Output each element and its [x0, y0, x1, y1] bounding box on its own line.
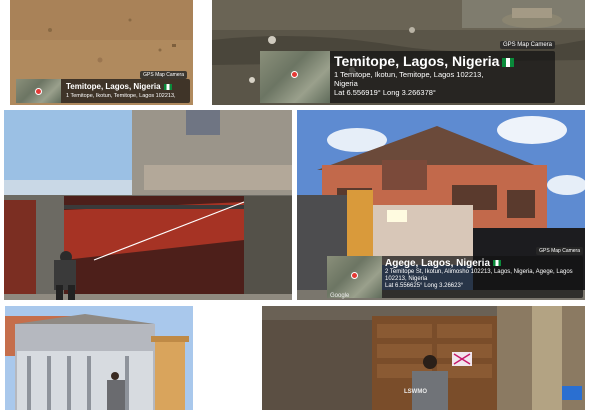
- gps-camera-badge: GPS Map Camera: [536, 247, 583, 255]
- gps-place-text: Temitope, Lagos, Nigeria: [334, 53, 500, 69]
- gps-coordinates: Lat 6.556625° Long 3.26623°: [385, 283, 464, 289]
- gps-address: 1 Temitope, Ikotun, Temitope, Lagos 1022…: [334, 70, 484, 88]
- photo-soil-ground: GPS Map Camera Temitope, Lagos, Nigeria …: [10, 0, 193, 105]
- gps-stamp: GPS Map Camera Temitope, Lagos, Nigeria …: [260, 41, 555, 103]
- photo-wooden-door-notice: LSWMO: [262, 306, 585, 410]
- gps-stamp: GPS Map Camera Temitope, Lagos, Nigeria …: [16, 71, 190, 103]
- google-watermark: Google: [330, 293, 350, 299]
- gps-place: Temitope, Lagos, Nigeria: [66, 82, 190, 91]
- gps-coordinates: Lat 6.556919° Long 3.266378°: [334, 88, 436, 97]
- nigeria-flag-icon: [502, 57, 515, 67]
- gps-stamp: GPS Map Camera Agege, Lagos, Nigeria 2 T…: [327, 247, 583, 299]
- gps-address: 2 Temitope St, Ikotun, Alimosho 102213, …: [385, 269, 573, 282]
- gps-place-text: Temitope, Lagos, Nigeria: [66, 82, 161, 91]
- gps-camera-badge: GPS Map Camera: [140, 71, 187, 79]
- gps-place: Temitope, Lagos, Nigeria: [334, 53, 555, 69]
- gps-place: Agege, Lagos, Nigeria: [385, 258, 583, 269]
- red-gate-scene: [4, 110, 292, 300]
- gps-map-thumbnail: [16, 79, 61, 103]
- gps-map-thumbnail: [327, 256, 382, 298]
- gps-map-thumbnail: [260, 51, 330, 103]
- photo-red-gate: [4, 110, 292, 300]
- gps-camera-badge: GPS Map Camera: [499, 41, 555, 49]
- photo-dump-site: GPS Map Camera Temitope, Lagos, Nigeria …: [212, 0, 585, 105]
- gps-place-text: Agege, Lagos, Nigeria: [385, 258, 491, 269]
- photo-white-gate: [5, 306, 193, 410]
- nigeria-flag-icon: [493, 260, 502, 267]
- gps-address: 1 Temitope, Ikotun, Temitope, Lagos 1022…: [66, 93, 176, 99]
- photo-two-storey-building: GPS Map Camera Agege, Lagos, Nigeria 2 T…: [297, 110, 585, 300]
- worker-shirt-text: LSWMO: [404, 389, 427, 395]
- white-gate-scene: [5, 306, 193, 410]
- nigeria-flag-icon: [163, 83, 172, 90]
